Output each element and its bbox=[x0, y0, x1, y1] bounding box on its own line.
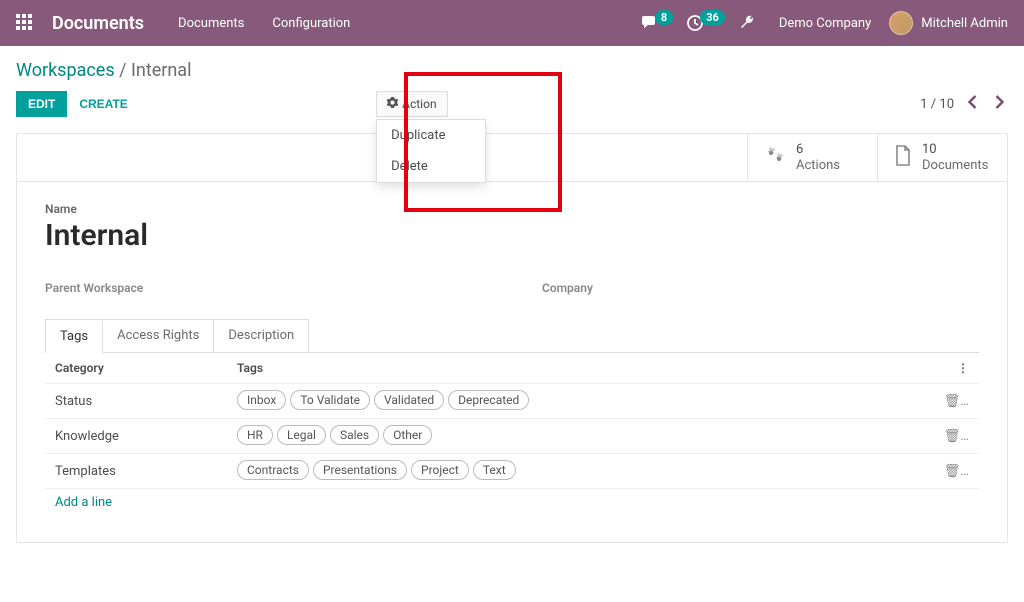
breadcrumb: Workspaces / Internal bbox=[16, 60, 1008, 81]
pager-prev[interactable] bbox=[964, 91, 981, 117]
messaging-button[interactable]: 8 bbox=[642, 16, 673, 31]
add-line-link[interactable]: Add a line bbox=[55, 495, 112, 510]
tag-chip[interactable]: Inbox bbox=[237, 390, 286, 410]
tag-chip[interactable]: HR bbox=[237, 425, 273, 445]
nav-documents[interactable]: Documents bbox=[178, 16, 244, 31]
tag-chip[interactable]: Validated bbox=[374, 390, 444, 410]
breadcrumb-current: Internal bbox=[131, 60, 191, 81]
top-navbar: Documents Documents Configuration 8 36 D… bbox=[0, 0, 1024, 46]
cogs-icon bbox=[764, 146, 786, 170]
tab-description[interactable]: Description bbox=[214, 320, 308, 352]
company-label: Company bbox=[542, 281, 979, 295]
tag-chip[interactable]: Project bbox=[411, 460, 469, 480]
tab-access-rights[interactable]: Access Rights bbox=[103, 320, 214, 352]
name-label: Name bbox=[45, 202, 979, 216]
user-avatar bbox=[889, 11, 913, 35]
tag-chip[interactable]: Deprecated bbox=[448, 390, 529, 410]
row-category: Templates bbox=[55, 464, 237, 479]
pager-range: 1 / 10 bbox=[920, 97, 954, 112]
stat-actions[interactable]: 6 Actions bbox=[747, 134, 877, 181]
wrench-icon bbox=[739, 15, 755, 31]
activities-button[interactable]: 36 bbox=[687, 15, 725, 31]
tag-chip[interactable]: Sales bbox=[330, 425, 379, 445]
chevron-left-icon bbox=[968, 95, 977, 109]
messages-badge: 8 bbox=[655, 10, 673, 25]
pager-next[interactable] bbox=[991, 91, 1008, 117]
breadcrumb-root[interactable]: Workspaces bbox=[16, 60, 115, 81]
gear-icon bbox=[387, 97, 398, 111]
create-button[interactable]: CREATE bbox=[67, 91, 139, 117]
trash-icon[interactable]: 🗑… bbox=[944, 394, 969, 409]
table-row: KnowledgeHRLegalSalesOther 🗑… bbox=[45, 418, 979, 453]
row-tags: InboxTo ValidateValidatedDeprecated bbox=[237, 390, 935, 412]
stat-documents-count: 10 bbox=[922, 142, 988, 158]
row-tags: HRLegalSalesOther bbox=[237, 425, 935, 447]
col-header-category: Category bbox=[55, 361, 237, 375]
tag-chip[interactable]: Contracts bbox=[237, 460, 309, 480]
app-brand: Documents bbox=[52, 13, 144, 34]
chevron-right-icon bbox=[995, 95, 1004, 109]
edit-button[interactable]: EDIT bbox=[16, 91, 67, 117]
form-tabs: Tags Access Rights Description bbox=[45, 319, 309, 352]
apps-icon[interactable] bbox=[16, 14, 34, 32]
action-duplicate[interactable]: Duplicate bbox=[377, 120, 485, 151]
parent-workspace-label: Parent Workspace bbox=[45, 281, 482, 295]
stat-actions-label: Actions bbox=[796, 158, 840, 174]
action-delete[interactable]: Delete bbox=[377, 151, 485, 182]
trash-icon[interactable]: 🗑… bbox=[944, 429, 969, 444]
document-icon bbox=[894, 145, 912, 171]
workspace-name: Internal bbox=[45, 218, 979, 253]
table-row: StatusInboxTo ValidateValidatedDeprecate… bbox=[45, 383, 979, 418]
grid-menu-icon[interactable]: ⋮ bbox=[957, 361, 969, 375]
stat-actions-count: 6 bbox=[796, 142, 840, 158]
row-category: Knowledge bbox=[55, 429, 237, 444]
tab-tags[interactable]: Tags bbox=[46, 321, 103, 353]
activities-badge: 36 bbox=[700, 10, 725, 25]
user-name: Mitchell Admin bbox=[921, 16, 1008, 31]
table-row: TemplatesContractsPresentationsProjectTe… bbox=[45, 453, 979, 488]
action-dropdown-button[interactable]: Action bbox=[376, 91, 447, 117]
add-line-row: Add a line bbox=[45, 488, 979, 516]
action-dropdown-menu: Duplicate Delete bbox=[376, 119, 486, 183]
form-sheet: 6 Actions 10 Documents Name Internal Par… bbox=[16, 133, 1008, 543]
row-tags: ContractsPresentationsProjectText bbox=[237, 460, 935, 482]
nav-configuration[interactable]: Configuration bbox=[272, 16, 350, 31]
row-category: Status bbox=[55, 394, 237, 409]
stat-documents-label: Documents bbox=[922, 158, 988, 174]
tag-chip[interactable]: Text bbox=[473, 460, 516, 480]
tag-chip[interactable]: Presentations bbox=[313, 460, 407, 480]
debug-button[interactable] bbox=[739, 15, 755, 31]
tag-chip[interactable]: Other bbox=[383, 425, 432, 445]
tag-chip[interactable]: Legal bbox=[277, 425, 326, 445]
user-menu[interactable]: Mitchell Admin bbox=[889, 11, 1008, 35]
tag-chip[interactable]: To Validate bbox=[290, 390, 370, 410]
trash-icon[interactable]: 🗑… bbox=[944, 464, 969, 479]
company-selector[interactable]: Demo Company bbox=[779, 16, 871, 31]
stat-documents[interactable]: 10 Documents bbox=[877, 134, 1007, 181]
col-header-tags: Tags bbox=[237, 361, 935, 375]
action-dropdown-label: Action bbox=[402, 97, 436, 111]
